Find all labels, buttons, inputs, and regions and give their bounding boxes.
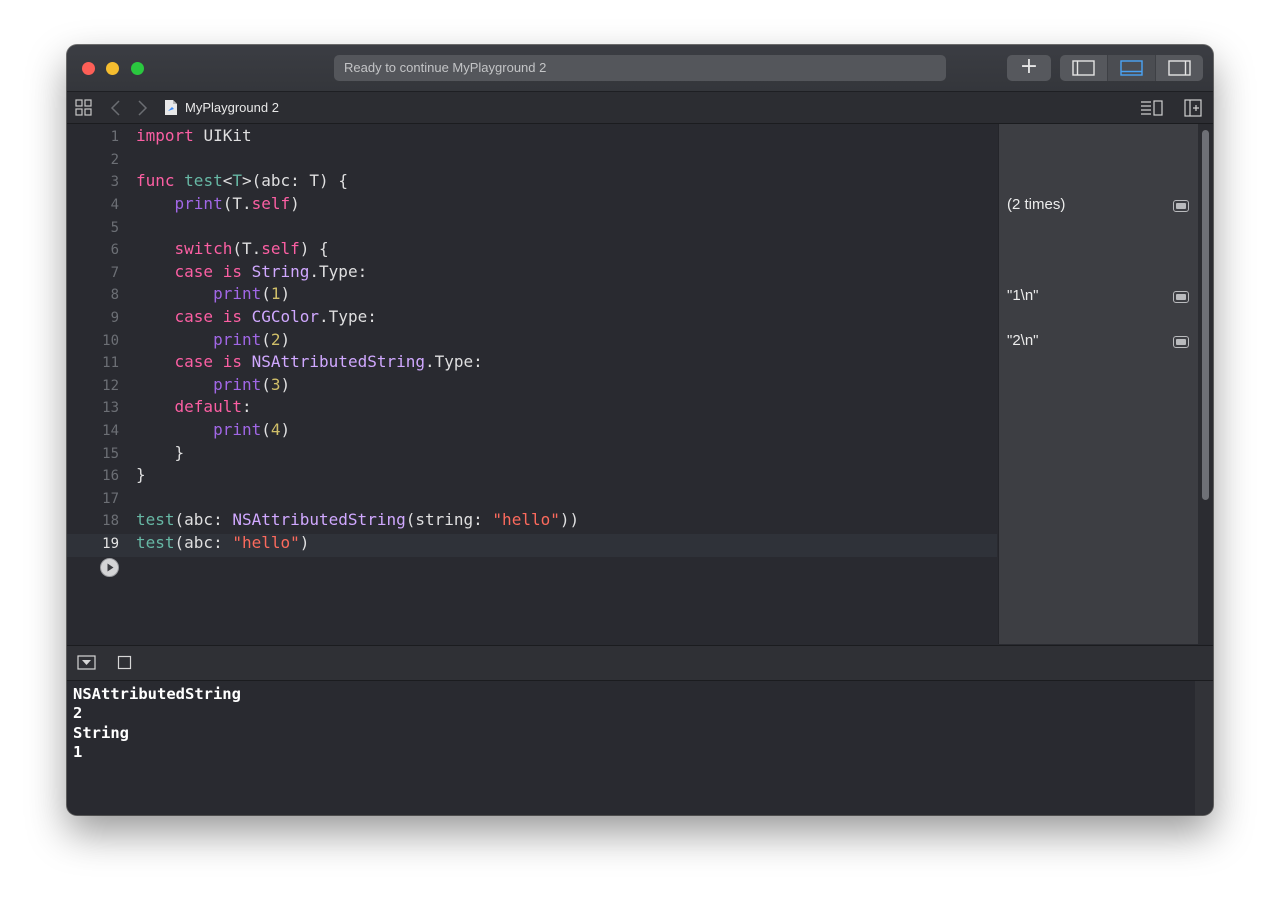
run-playground-button[interactable] [100,558,119,577]
code-line: case is String.Type: [174,262,368,281]
toggle-inspector-button[interactable] [1156,55,1203,81]
result-value: (2 times) [1007,196,1066,213]
back-chevron-icon[interactable] [109,99,123,117]
line-number: 6 [110,242,119,258]
console-scrollbar[interactable] [1195,681,1213,815]
toggle-navigator-button[interactable] [1060,55,1108,81]
result-value: "1\n" [1007,287,1039,304]
quick-look-icon[interactable] [1173,336,1189,348]
console-output[interactable]: NSAttributedString 2 String 1 [67,681,1195,815]
editor-options-icon[interactable] [1140,99,1164,117]
line-number: 7 [110,265,119,281]
line-number: 18 [102,513,119,529]
line-number: 10 [102,333,119,349]
code-line: test(abc: "hello") [136,533,310,552]
playground-file-icon [165,100,177,115]
quick-look-icon[interactable] [1173,291,1189,303]
line-number: 13 [102,400,119,416]
line-number: 14 [102,423,119,439]
panel-toggle-group [1060,55,1203,81]
library-add-button[interactable]: + [1007,55,1051,81]
code-line: test(abc: NSAttributedString(string: "he… [136,510,580,529]
console-toggle-icon[interactable] [117,655,133,671]
line-number: 9 [110,310,119,326]
code-line: print(1) [213,284,291,303]
result-value: "2\n" [1007,332,1039,349]
line-number: 8 [110,287,119,303]
console-line: String [73,724,129,742]
quick-look-icon[interactable] [1173,200,1189,212]
add-editor-icon[interactable] [1184,99,1202,117]
line-number: 4 [110,197,119,213]
line-number: 3 [110,174,119,190]
xcode-window: Ready to continue MyPlayground 2 + MyPla… [67,45,1213,815]
code-editor[interactable]: 1 2 3 4 5 6 7 8 9 10 11 12 13 14 15 16 1… [67,124,997,644]
right-panel-icon [1168,60,1191,76]
console-line: 2 [73,704,83,722]
scrollbar-thumb[interactable] [1202,130,1209,500]
results-sidebar: (2 times) "1\n" "2\n" [998,124,1198,644]
line-number: 16 [102,468,119,484]
code-line: import UIKit [136,126,252,145]
play-icon [107,563,114,572]
toggle-debug-area-button[interactable] [1108,55,1156,81]
close-window-button[interactable] [82,62,95,75]
line-number: 1 [110,129,119,145]
code-line: } [136,465,146,484]
related-items-grid-icon[interactable] [75,99,93,117]
code-line: default: [174,397,252,416]
code-line: func test<T>(abc: T) { [136,171,348,190]
minimize-window-button[interactable] [106,62,119,75]
line-number: 2 [110,152,119,168]
code-line: print(3) [213,375,291,394]
code-line: case is CGColor.Type: [174,307,377,326]
code-line: switch(T.self) { [174,239,329,258]
file-name-breadcrumb[interactable]: MyPlayground 2 [185,92,279,123]
forward-chevron-icon[interactable] [135,99,149,117]
line-number: 17 [102,491,119,507]
line-number-current: 19 [102,536,119,552]
line-number: 15 [102,446,119,462]
editor-scrollbar[interactable] [1198,124,1213,644]
code-line: print(T.self) [174,194,300,213]
activity-viewer: Ready to continue MyPlayground 2 [334,55,946,81]
code-line: case is NSAttributedString.Type: [174,352,483,371]
hide-debug-area-icon[interactable] [77,655,97,671]
left-panel-icon [1072,60,1095,76]
code-line: print(4) [213,420,291,439]
console-line: 1 [73,743,83,761]
zoom-window-button[interactable] [131,62,144,75]
line-number: 12 [102,378,119,394]
debug-bar [67,645,1213,681]
code-line: print(2) [213,330,291,349]
jump-bar: MyPlayground 2 [67,92,1213,124]
console-line: NSAttributedString [73,685,241,703]
line-number: 11 [102,355,119,371]
bottom-panel-icon [1120,60,1143,76]
title-bar: Ready to continue MyPlayground 2 + [67,45,1213,92]
line-number: 5 [110,220,119,236]
code-line: } [174,443,185,462]
